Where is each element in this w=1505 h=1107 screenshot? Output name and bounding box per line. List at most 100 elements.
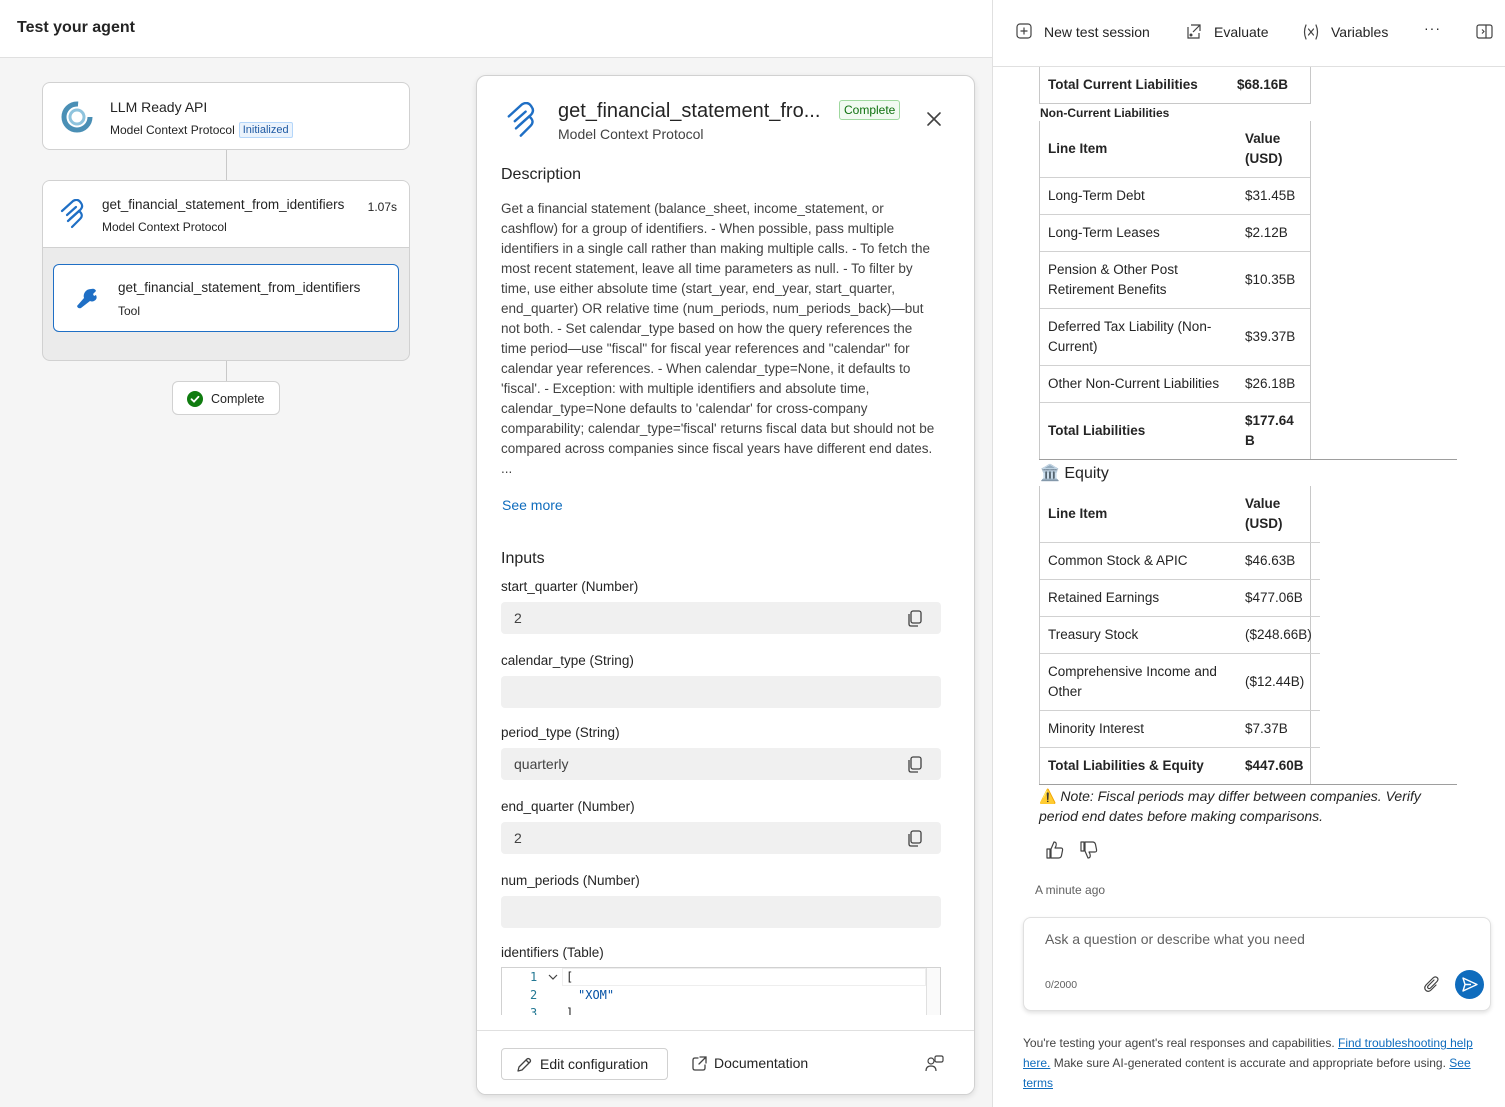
value-cell: $26.18B <box>1237 365 1310 403</box>
copy-icon[interactable] <box>908 756 922 773</box>
equity-heading-label: Equity <box>1064 465 1109 482</box>
value-cell: $2.12B <box>1237 214 1310 252</box>
panel-footer: Edit configuration Documentation <box>477 1030 974 1094</box>
period-type-field[interactable]: quarterly <box>501 748 941 780</box>
llm-node-sub: Model Context Protocol Initialized <box>110 122 293 138</box>
tool-node[interactable]: get_financial_statement_from_identifiers… <box>53 264 399 332</box>
code-line: ] <box>566 1006 574 1015</box>
calendar-type-field[interactable] <box>501 676 941 708</box>
section-separator <box>1039 459 1457 460</box>
evaluate-icon <box>1187 24 1201 39</box>
more-icon: ··· <box>1424 20 1441 36</box>
panel-toggle-icon[interactable] <box>1476 24 1493 39</box>
table-border <box>1039 103 1311 104</box>
flow-complete-label: Complete <box>211 392 265 406</box>
table-row: Minority Interest $7.37B <box>1040 710 1320 748</box>
new-test-session-label: New test session <box>1044 24 1150 40</box>
section-separator <box>1039 784 1457 785</box>
llm-node[interactable]: LLM Ready API Model Context Protocol Init… <box>42 82 410 150</box>
input-value: 2 <box>514 830 522 846</box>
line-item-cell: Total Liabilities <box>1040 402 1237 460</box>
line-item-cell: Retained Earnings <box>1040 579 1237 617</box>
edit-configuration-label: Edit configuration <box>540 1056 649 1072</box>
thumbs-down-icon[interactable] <box>1079 840 1099 860</box>
input-label: calendar_type (String) <box>501 653 634 668</box>
step-duration: 1.07s <box>367 200 397 214</box>
tool-detail-panel: get_financial_statement_fro... Complete … <box>476 75 975 1095</box>
feedback-icon[interactable] <box>924 1055 944 1073</box>
variables-label: Variables <box>1331 24 1389 40</box>
send-icon <box>1462 977 1478 992</box>
line-item-cell: Long-Term Leases <box>1040 214 1237 252</box>
open-external-icon <box>692 1056 707 1071</box>
column-header: Line Item <box>1040 486 1237 543</box>
send-button[interactable] <box>1455 970 1484 999</box>
equity-heading: 🏛️ Equity <box>1040 463 1109 483</box>
table-header-row: Line Item Value (USD) <box>1040 486 1320 543</box>
line-item-cell: Pension & Other Post Retirement Benefits <box>1040 251 1237 309</box>
value-cell: $447.60B <box>1237 747 1320 785</box>
identifiers-code-editor[interactable]: 1 [ 2 "XOM" 3 ] <box>501 967 941 1015</box>
disclaimer: You're testing your agent's real respons… <box>1023 1033 1483 1093</box>
thumbs-up-icon[interactable] <box>1045 840 1065 860</box>
evaluate-label: Evaluate <box>1214 24 1269 40</box>
value-cell: ($12.44B) <box>1237 653 1320 711</box>
status-badge: Complete <box>839 100 901 120</box>
value-cell: $477.06B <box>1237 579 1320 617</box>
table-border <box>1039 67 1040 103</box>
value-cell: $46.63B <box>1237 542 1320 580</box>
table-header-row: Line Item Value (USD) <box>1040 121 1310 178</box>
chat-input-box[interactable]: Ask a question or describe what you need… <box>1023 917 1491 1011</box>
table-row: Treasury Stock ($248.66B) <box>1040 616 1320 654</box>
line-item-cell: Common Stock & APIC <box>1040 542 1237 580</box>
edit-configuration-button[interactable]: Edit configuration <box>501 1048 668 1080</box>
checkmark-icon <box>187 391 203 407</box>
line-number: 3 <box>530 1006 538 1015</box>
table-row: Comprehensive Income and Other ($12.44B) <box>1040 653 1320 711</box>
line-number: 1 <box>530 970 538 984</box>
line-number: 2 <box>530 988 538 1002</box>
see-more-link[interactable]: See more <box>502 497 563 513</box>
input-label: start_quarter (Number) <box>501 579 639 594</box>
table-row: Total Liabilities $177.64 B <box>1040 402 1310 460</box>
fiscal-note-text: Note: Fiscal periods may differ between … <box>1039 788 1421 824</box>
start-quarter-field[interactable]: 2 <box>501 602 941 634</box>
column-header: Value (USD) <box>1237 121 1310 178</box>
editor-scrollbar[interactable] <box>926 968 940 1015</box>
tool-node-sub: Tool <box>118 304 141 318</box>
attach-icon[interactable] <box>1422 975 1440 993</box>
bank-icon: 🏛️ <box>1040 465 1060 482</box>
value-cell: $10.35B <box>1237 251 1310 309</box>
table-row: Other Non-Current Liabilities $26.18B <box>1040 365 1310 403</box>
copy-icon[interactable] <box>908 830 922 847</box>
value-cell: ($248.66B) <box>1237 616 1320 654</box>
tool-node-name: get_financial_statement_from_identifiers <box>118 280 361 295</box>
step-node[interactable]: get_financial_statement_from_identifiers… <box>43 181 409 248</box>
end-quarter-field[interactable]: 2 <box>501 822 941 854</box>
table-row: Long-Term Debt $31.45B <box>1040 177 1310 215</box>
mcp-icon <box>60 199 84 229</box>
mcp-icon <box>507 102 535 137</box>
step-group: get_financial_statement_from_identifiers… <box>42 180 410 361</box>
documentation-label: Documentation <box>714 1055 809 1071</box>
line-item-cell: Other Non-Current Liabilities <box>1040 365 1237 403</box>
variable-icon <box>1303 24 1319 40</box>
warning-icon: ⚠️ <box>1039 788 1057 804</box>
equity-table: Line Item Value (USD) Common Stock & API… <box>1040 486 1320 785</box>
chevron-down-icon[interactable] <box>548 974 558 981</box>
num-periods-field[interactable] <box>501 896 941 928</box>
wrench-icon <box>77 288 97 309</box>
table-border <box>1310 67 1311 103</box>
documentation-button[interactable]: Documentation <box>690 1048 830 1080</box>
table-row: Total Liabilities & Equity $447.60B <box>1040 747 1320 785</box>
total-current-liabilities-value: $68.16B <box>1237 77 1289 92</box>
value-cell: $31.45B <box>1237 177 1310 215</box>
step-node-sub: Model Context Protocol <box>102 220 227 234</box>
input-label: identifiers (Table) <box>501 945 604 960</box>
table-row: Long-Term Leases $2.12B <box>1040 214 1310 252</box>
close-icon[interactable] <box>925 110 943 128</box>
chat-input-placeholder[interactable]: Ask a question or describe what you need <box>1045 931 1305 947</box>
copy-icon[interactable] <box>908 610 922 627</box>
description-heading: Description <box>501 166 582 183</box>
disclaimer-text: You're testing your agent's real respons… <box>1023 1036 1338 1050</box>
